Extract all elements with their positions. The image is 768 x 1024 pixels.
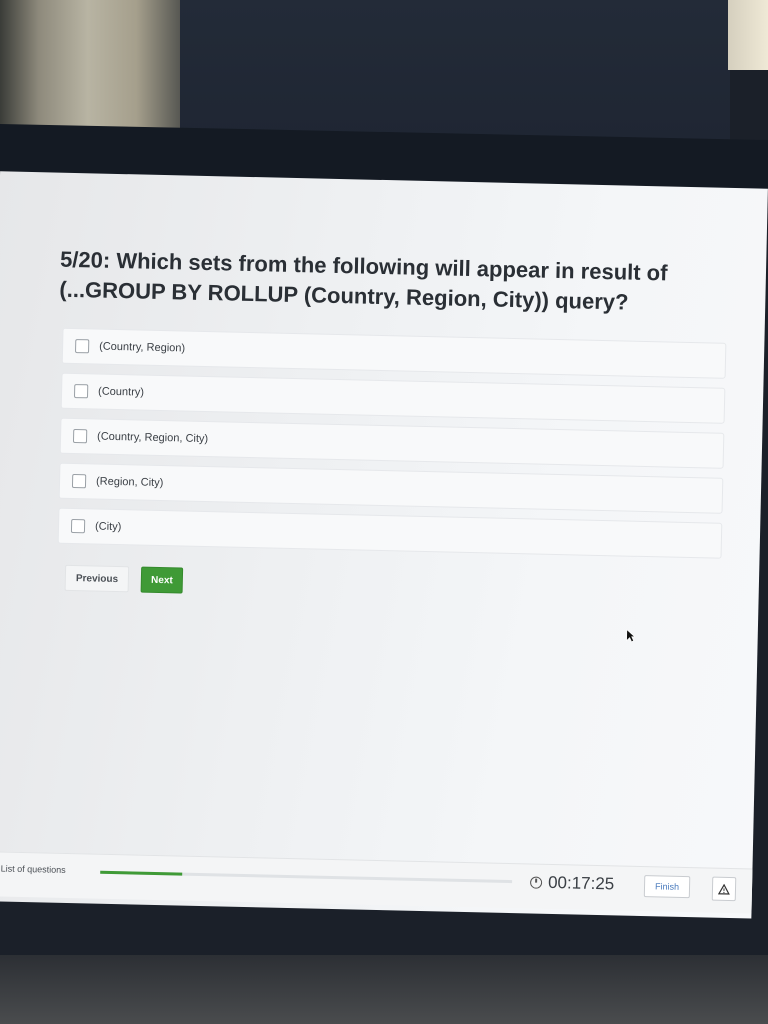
option-checkbox[interactable] (73, 384, 89, 399)
timer: 00:17:25 (529, 872, 615, 894)
list-of-questions-button[interactable]: ⇤ List of questions (0, 862, 66, 875)
option-checkbox[interactable] (74, 339, 90, 354)
list-of-questions-label: List of questions (0, 862, 66, 875)
options-list: (Country, Region) (Country) (Country, Re… (57, 327, 727, 568)
clock-icon (529, 876, 543, 889)
timer-value: 00:17:25 (547, 872, 615, 894)
previous-button[interactable]: Previous (64, 564, 130, 593)
option-item[interactable]: (Country, Region) (61, 327, 727, 379)
quiz-screen: 5/20: Which sets from the following will… (0, 171, 768, 919)
warning-triangle-icon (717, 883, 730, 895)
desk-surface (0, 955, 768, 1024)
option-item[interactable]: (Region, City) (58, 462, 724, 514)
background-wall (0, 0, 195, 140)
progress-bar (100, 870, 513, 884)
question-text: 5/20: Which sets from the following will… (59, 246, 668, 315)
option-item[interactable]: (Country, Region, City) (59, 417, 725, 469)
option-item[interactable]: (Country) (60, 372, 726, 424)
progress-fill (100, 870, 183, 876)
option-label: (City) (94, 520, 122, 534)
option-checkbox[interactable] (71, 474, 87, 489)
background-light (728, 0, 768, 70)
finish-button[interactable]: Finish (643, 875, 691, 899)
background-dark (180, 0, 730, 140)
report-button[interactable] (711, 876, 737, 902)
option-label: (Region, City) (95, 475, 164, 490)
option-label: (Country, Region) (99, 340, 186, 355)
bottom-toolbar: ⇤ List of questions 00:17:25 Finish (0, 851, 753, 914)
option-label: (Country, Region, City) (96, 430, 209, 446)
mouse-cursor-icon (626, 628, 636, 643)
question-navigation: Previous Next (64, 564, 184, 594)
option-checkbox[interactable] (70, 518, 86, 534)
next-button[interactable]: Next (140, 566, 184, 594)
option-label: (Country) (97, 385, 145, 399)
option-item[interactable]: (City) (57, 507, 723, 559)
option-checkbox[interactable] (72, 429, 88, 444)
